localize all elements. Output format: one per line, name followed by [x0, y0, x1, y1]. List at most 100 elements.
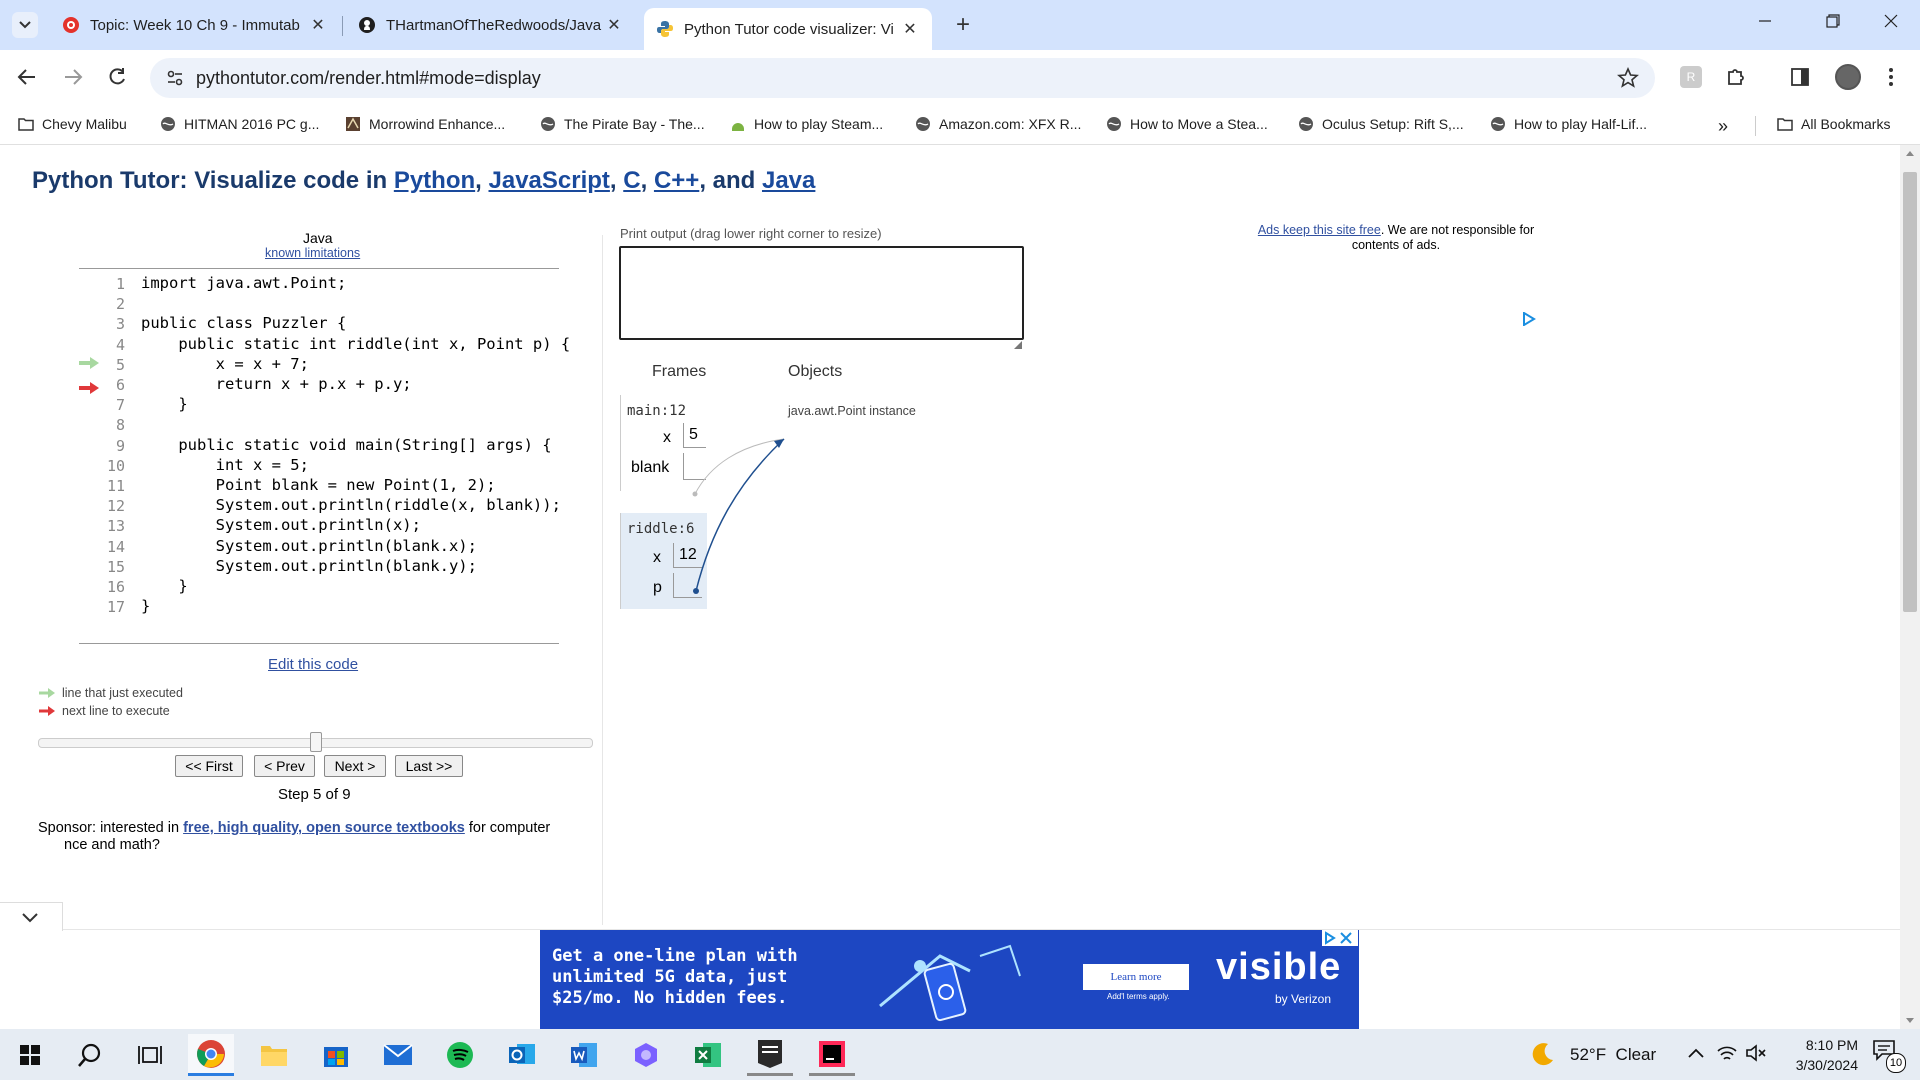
code-line: int x = 5; [141, 455, 309, 474]
ad-learn-more-button[interactable]: Learn more [1083, 964, 1189, 990]
chevron-up-icon[interactable] [1688, 1047, 1704, 1059]
star-icon[interactable] [1617, 67, 1639, 89]
scroll-up-icon[interactable] [1905, 149, 1915, 157]
task-view-button[interactable] [127, 1034, 173, 1076]
bookmark-label: Amazon.com: XFX R... [939, 116, 1082, 132]
bookmarks-bar: Chevy Malibu HITMAN 2016 PC g... Morrowi… [0, 106, 1920, 145]
adchoices-icon [1325, 931, 1336, 945]
taskbar-chrome[interactable] [188, 1034, 234, 1076]
tab-separator [342, 16, 343, 36]
textbooks-link[interactable]: free, high quality, open source textbook… [183, 820, 465, 836]
ad-banner[interactable]: Get a one-line plan with unlimited 5G da… [540, 930, 1359, 1030]
taskbar-word[interactable] [561, 1034, 607, 1076]
notification-center-button[interactable]: 10 [1872, 1039, 1908, 1073]
p-pointer-dot [693, 588, 699, 594]
p-pointer-arrow [695, 438, 785, 592]
close-icon[interactable]: ✕ [308, 15, 328, 35]
adchoices-icon[interactable] [1522, 312, 1536, 326]
taskbar-file-explorer[interactable] [251, 1034, 297, 1076]
extension-button[interactable]: R [1680, 66, 1702, 88]
panel-divider [602, 235, 603, 925]
weather-text[interactable]: 52°F Clear [1570, 1045, 1656, 1065]
code-top-rule [79, 268, 559, 269]
taskbar-mail[interactable] [375, 1034, 421, 1076]
bookmark-item[interactable]: Morrowind Enhance... [345, 116, 505, 132]
taskbar-epic-games[interactable] [747, 1034, 793, 1076]
tab-canvas[interactable]: Topic: Week 10 Ch 9 - Immutab ✕ [50, 8, 340, 42]
taskbar-excel[interactable] [685, 1034, 731, 1076]
ad-line: unlimited 5G data, just [552, 967, 788, 987]
taskbar-outlook[interactable] [499, 1034, 545, 1076]
c-link[interactable]: C [623, 167, 640, 194]
close-icon[interactable]: ✕ [900, 19, 920, 39]
scrollbar-thumb[interactable] [1903, 172, 1917, 612]
scroll-down-icon[interactable] [1905, 1017, 1915, 1025]
step-slider-handle[interactable] [309, 732, 322, 752]
edit-code-link[interactable]: Edit this code [268, 656, 358, 673]
prev-button[interactable]: < Prev [254, 755, 315, 777]
last-button[interactable]: Last >> [395, 755, 463, 777]
cpp-link[interactable]: C++ [654, 167, 699, 194]
epic-games-icon [758, 1039, 782, 1068]
bookmark-item[interactable]: How to play Half-Lif... [1490, 116, 1647, 132]
code-line: } [141, 395, 188, 414]
java-link[interactable]: Java [762, 167, 815, 194]
restore-button[interactable] [1826, 14, 1856, 34]
bookmark-label: How to Move a Stea... [1130, 116, 1268, 132]
network-icon[interactable] [1716, 1043, 1738, 1063]
intellij-icon [819, 1040, 845, 1067]
next-button[interactable]: Next > [324, 755, 386, 777]
profile-avatar[interactable] [1835, 64, 1861, 90]
taskbar-intellij[interactable] [809, 1034, 855, 1076]
ads-keep-free-link[interactable]: Ads keep this site free [1258, 223, 1381, 237]
first-button[interactable]: << First [175, 755, 243, 777]
close-icon[interactable]: ✕ [604, 15, 624, 35]
resize-handle-icon[interactable] [1014, 341, 1022, 349]
bookmark-item[interactable]: The Pirate Bay - The... [540, 116, 705, 132]
site-settings-icon[interactable] [166, 69, 184, 87]
taskbar-store[interactable] [313, 1034, 359, 1076]
bookmark-item[interactable]: Amazon.com: XFX R... [915, 116, 1081, 132]
back-button[interactable] [16, 66, 38, 88]
code-line: x = x + 7; [141, 354, 309, 373]
forward-button[interactable] [62, 66, 84, 88]
reload-button[interactable] [106, 66, 128, 88]
windows-logo-icon [20, 1045, 40, 1065]
tab-search-button[interactable] [12, 12, 38, 38]
tab-python-tutor[interactable]: Python Tutor code visualizer: Vi ✕ [644, 8, 932, 50]
all-bookmarks-button[interactable]: All Bookmarks [1777, 116, 1890, 132]
line-number: 11 [106, 477, 125, 495]
python-link[interactable]: Python [394, 167, 475, 194]
taskbar-spotify[interactable] [437, 1034, 483, 1076]
side-panel-button[interactable] [1790, 67, 1810, 87]
chrome-menu-button[interactable] [1888, 67, 1894, 87]
globe-icon [541, 117, 555, 131]
extensions-menu-button[interactable] [1725, 66, 1747, 88]
speaker-muted-icon[interactable] [1745, 1043, 1767, 1063]
bookmark-label: How to play Half-Lif... [1514, 116, 1648, 132]
bookmark-item[interactable]: HITMAN 2016 PC g... [160, 116, 319, 132]
taskbar-app[interactable] [623, 1034, 669, 1076]
search-button[interactable] [67, 1034, 113, 1076]
address-bar[interactable]: pythontutor.com/render.html#mode=display [150, 58, 1655, 98]
clock[interactable]: 8:10 PM 3/30/2024 [1774, 1035, 1858, 1075]
close-window-button[interactable] [1884, 14, 1914, 34]
bookmark-item[interactable]: Chevy Malibu [18, 116, 127, 132]
print-output-box[interactable] [619, 246, 1024, 340]
tab-github[interactable]: THartmanOfTheRedwoods/Java ✕ [346, 8, 636, 42]
ad-close[interactable] [1322, 930, 1358, 946]
bookmark-item[interactable]: Oculus Setup: Rift S,... [1298, 116, 1464, 132]
collapse-ad-button[interactable] [0, 902, 63, 931]
excel-icon [695, 1043, 721, 1067]
frame-name: main:12 [627, 403, 687, 419]
minimize-button[interactable] [1758, 14, 1788, 34]
bookmark-item[interactable]: How to Move a Stea... [1106, 116, 1268, 132]
line-number: 14 [106, 537, 125, 556]
executed-legend-arrow-icon [39, 688, 55, 698]
more-bookmarks-button[interactable]: » [1718, 116, 1728, 137]
known-limitations-link[interactable]: known limitations [265, 246, 360, 260]
javascript-link[interactable]: JavaScript [489, 167, 610, 194]
new-tab-button[interactable]: + [950, 12, 976, 38]
start-button[interactable] [7, 1034, 53, 1076]
bookmark-item[interactable]: How to play Steam... [730, 116, 883, 132]
